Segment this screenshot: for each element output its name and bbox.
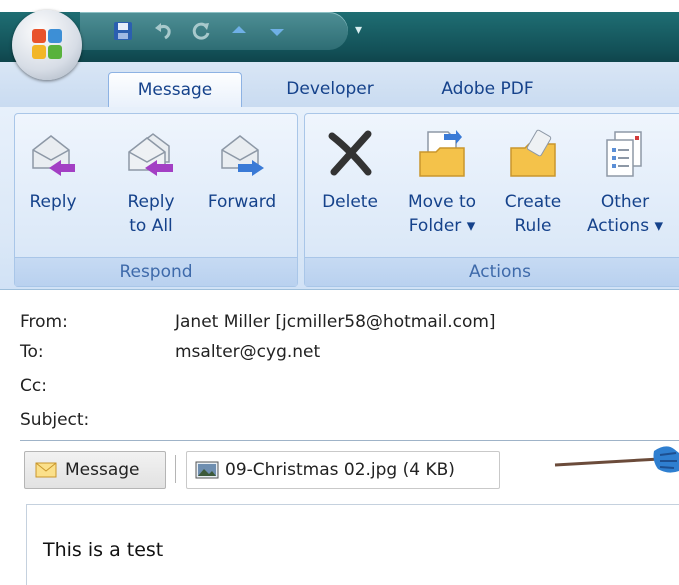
tab-message[interactable]: Message xyxy=(108,72,242,108)
tab-developer[interactable]: Developer xyxy=(270,72,390,107)
create-label: Create xyxy=(504,192,562,212)
previous-item-icon[interactable] xyxy=(226,18,252,44)
redo-icon[interactable] xyxy=(188,18,214,44)
attachment-file[interactable]: 09-Christmas 02.jpg (4 KB) xyxy=(186,451,500,489)
forward-button[interactable]: Forward xyxy=(199,128,285,214)
delete-button[interactable]: Delete xyxy=(313,128,387,214)
forward-label: Forward xyxy=(207,192,277,212)
actions-group-label: Actions xyxy=(305,257,679,286)
from-label: From: xyxy=(20,312,68,332)
reply-label: Reply xyxy=(29,192,77,212)
create-rule-button[interactable]: Create Rule xyxy=(495,128,571,238)
folder-label: Folder ▾ xyxy=(408,216,476,236)
other-label: Other xyxy=(600,192,650,212)
create-rule-icon xyxy=(510,129,556,177)
move-to-label: Move to xyxy=(407,192,477,212)
message-header: From: Janet Miller [jcmiller58@hotmail.c… xyxy=(0,290,679,440)
respond-group: Reply Reply to All Forward Respond xyxy=(14,113,298,287)
delete-icon xyxy=(328,130,372,176)
move-to-folder-button[interactable]: Move to Folder ▾ xyxy=(397,128,487,238)
cc-label: Cc: xyxy=(20,376,47,396)
to-value[interactable]: msalter@cyg.net xyxy=(175,342,320,362)
other-actions-button[interactable]: Other Actions ▾ xyxy=(577,128,673,238)
actions-group: Delete Move to Folder ▾ Create Rule Othe… xyxy=(304,113,679,287)
delete-label: Delete xyxy=(322,192,378,212)
envelope-icon xyxy=(35,462,57,478)
office-button[interactable] xyxy=(12,10,82,80)
next-item-icon[interactable] xyxy=(264,18,290,44)
message-body-text: This is a test xyxy=(43,539,164,561)
image-file-icon xyxy=(195,461,219,479)
title-bar: ▾ xyxy=(0,0,679,62)
reply-to-all-label-line1: Reply xyxy=(127,192,175,212)
attachment-file-label: 09-Christmas 02.jpg (4 KB) xyxy=(225,460,455,480)
attachment-separator xyxy=(175,455,176,483)
reply-to-all-button[interactable]: Reply to All xyxy=(111,128,191,238)
message-body[interactable]: This is a test xyxy=(26,504,679,585)
move-to-folder-icon xyxy=(419,130,465,177)
rule-label: Rule xyxy=(514,216,552,236)
tab-adobe-pdf[interactable]: Adobe PDF xyxy=(425,72,550,107)
from-value[interactable]: Janet Miller [jcmiller58@hotmail.com] xyxy=(175,312,496,332)
customize-toolbar-icon[interactable]: ▾ xyxy=(355,22,362,38)
decorative-pointer-icon xyxy=(554,446,679,473)
ribbon: Reply Reply to All Forward Respond Delet… xyxy=(0,107,679,290)
undo-icon[interactable] xyxy=(150,18,176,44)
reply-to-all-label-line2: to All xyxy=(129,216,173,236)
other-actions-icon xyxy=(606,131,642,177)
reply-all-icon xyxy=(128,133,173,176)
office-logo-icon xyxy=(32,29,62,59)
attachment-bar: Message 09-Christmas 02.jpg (4 KB) xyxy=(0,441,679,497)
save-icon[interactable] xyxy=(110,18,136,44)
forward-icon xyxy=(221,135,264,176)
quick-access-toolbar xyxy=(80,12,348,50)
message-tab[interactable]: Message xyxy=(24,451,166,489)
reply-icon xyxy=(32,135,75,176)
actions-label: Actions ▾ xyxy=(586,216,664,236)
reply-button[interactable]: Reply xyxy=(23,128,83,214)
to-label: To: xyxy=(20,342,44,362)
ribbon-tab-bar: Message Developer Adobe PDF xyxy=(0,62,679,108)
respond-group-label: Respond xyxy=(15,257,297,286)
message-tab-label: Message xyxy=(65,460,140,480)
subject-label: Subject: xyxy=(20,410,90,430)
